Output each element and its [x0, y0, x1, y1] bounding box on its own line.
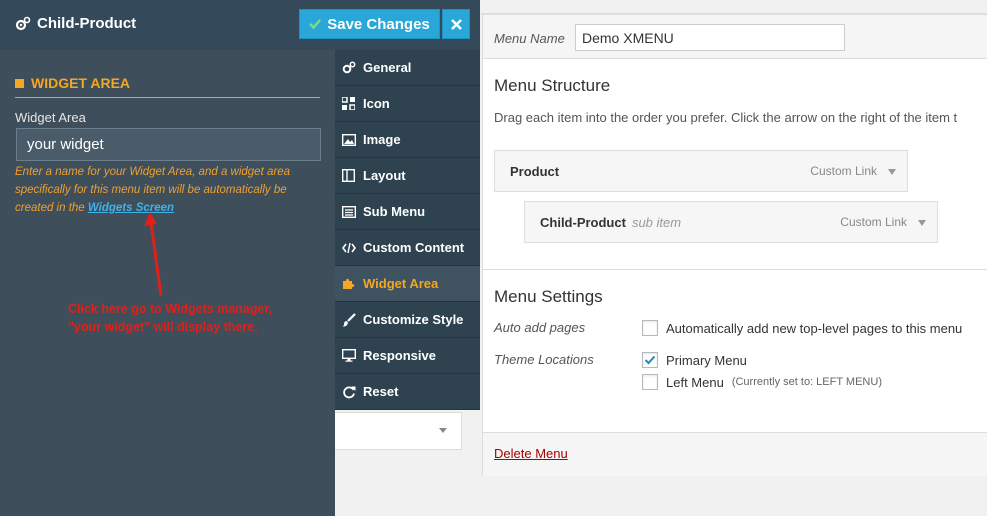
- image-icon: [341, 132, 356, 147]
- tab-image[interactable]: Image: [335, 122, 480, 158]
- tab-reset[interactable]: Reset: [335, 374, 480, 410]
- close-button[interactable]: [442, 9, 470, 39]
- desktop-icon: [341, 348, 356, 363]
- primary-menu-row: Primary Menu: [642, 352, 747, 368]
- auto-add-pages-label: Auto add pages: [494, 320, 586, 335]
- menu-edit-panel: Menu Name Menu Structure Drag each item …: [482, 14, 987, 476]
- widget-area-label: Widget Area: [15, 110, 86, 125]
- tab-custom-content[interactable]: Custom Content: [335, 230, 480, 266]
- panel-header: Child-Product Save Changes: [0, 0, 480, 50]
- grid-icon: [341, 96, 356, 111]
- tab-select-dropdown[interactable]: [335, 412, 462, 450]
- section-divider: [483, 269, 987, 270]
- list-icon: [341, 204, 356, 219]
- left-menu-row: Left Menu (Currently set to: LEFT MENU): [642, 374, 882, 390]
- menu-item-type: Custom Link: [810, 164, 877, 178]
- menu-structure-description: Drag each item into the order you prefer…: [494, 110, 958, 125]
- tab-responsive[interactable]: Responsive: [335, 338, 480, 374]
- menu-item-title: Child-Product sub item: [540, 215, 682, 230]
- auto-add-row: Automatically add new top-level pages to…: [642, 320, 962, 336]
- theme-locations-label: Theme Locations: [494, 352, 594, 367]
- section-title: WIDGET AREA: [15, 75, 320, 98]
- annotation-text: Click here go to Widgets manager, "your …: [68, 302, 273, 334]
- menu-name-input[interactable]: [575, 24, 845, 51]
- puzzle-icon: [341, 276, 356, 291]
- close-icon: [450, 18, 462, 30]
- menu-item-title: Product: [510, 164, 560, 179]
- checkmark-icon: [644, 355, 656, 365]
- primary-menu-checkbox[interactable]: [642, 352, 658, 368]
- menu-item-product[interactable]: Product Custom Link: [494, 150, 908, 192]
- delete-menu-link[interactable]: Delete Menu: [494, 446, 568, 461]
- tab-icon[interactable]: Icon: [335, 86, 480, 122]
- tab-layout[interactable]: Layout: [335, 158, 480, 194]
- menu-name-bar: Menu Name: [483, 15, 987, 59]
- item-settings-panel: WIDGET AREA Widget Area Enter a name for…: [0, 0, 335, 516]
- section-square-icon: [15, 79, 24, 88]
- left-menu-note: (Currently set to: LEFT MENU): [731, 376, 882, 388]
- menu-structure-title: Menu Structure: [494, 76, 611, 95]
- columns-icon: [341, 168, 356, 183]
- settings-tab-menu: General Icon Image Layout Sub Menu Custo…: [335, 50, 480, 410]
- tab-general[interactable]: General: [335, 50, 480, 86]
- menu-name-label: Menu Name: [494, 31, 565, 46]
- gears-icon: [15, 16, 31, 31]
- widget-area-input[interactable]: [16, 128, 321, 161]
- tab-widget-area[interactable]: Widget Area: [335, 266, 480, 302]
- save-changes-button[interactable]: Save Changes: [299, 9, 440, 39]
- code-icon: [341, 240, 356, 255]
- auto-add-checkbox[interactable]: [642, 320, 658, 336]
- refresh-icon: [341, 384, 356, 399]
- tab-customize-style[interactable]: Customize Style: [335, 302, 480, 338]
- panel-title: Child-Product: [37, 15, 137, 32]
- check-icon: [309, 19, 322, 29]
- sub-item-label: sub item: [631, 215, 682, 230]
- left-menu-checkbox[interactable]: [642, 374, 658, 390]
- brush-icon: [341, 312, 356, 327]
- top-strip: [480, 0, 987, 14]
- expand-arrow-icon[interactable]: [918, 220, 926, 226]
- menu-settings-title: Menu Settings: [494, 287, 603, 306]
- chevron-down-icon: [439, 428, 447, 433]
- gears-icon: [341, 60, 356, 75]
- tab-sub-menu[interactable]: Sub Menu: [335, 194, 480, 230]
- expand-arrow-icon[interactable]: [888, 169, 896, 175]
- menu-footer: Delete Menu: [483, 432, 987, 476]
- menu-item-type: Custom Link: [840, 215, 907, 229]
- menu-item-child-product[interactable]: Child-Product sub item Custom Link: [524, 201, 938, 243]
- widget-area-help: Enter a name for your Widget Area, and a…: [15, 166, 290, 214]
- annotation-arrow-icon: [144, 212, 163, 297]
